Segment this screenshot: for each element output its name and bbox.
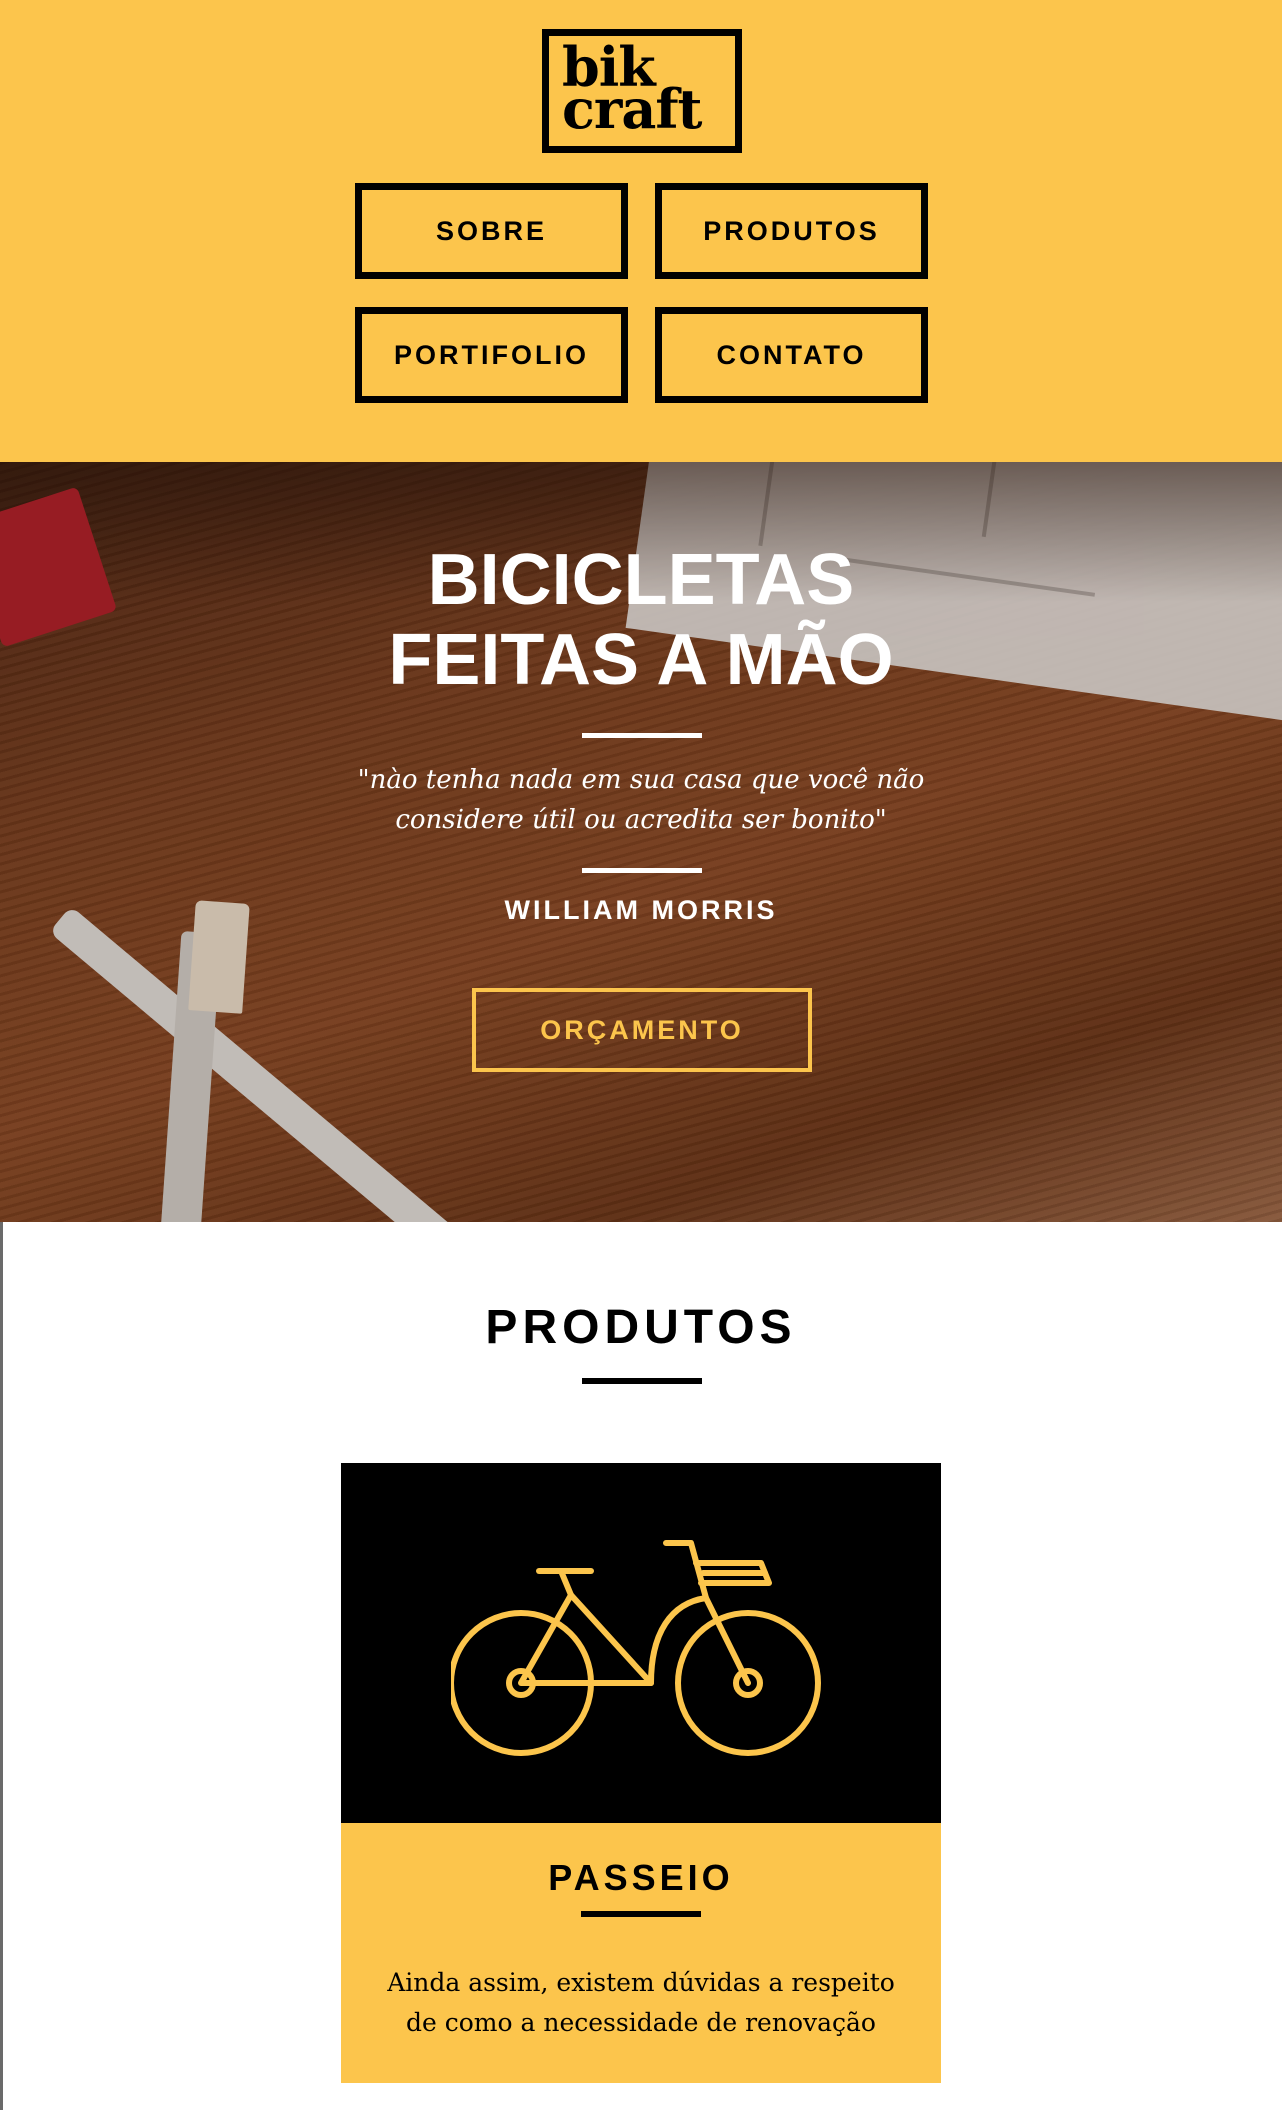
orcamento-button[interactable]: ORÇAMENTO <box>472 988 812 1072</box>
logo-text-line2: craft <box>562 77 702 141</box>
hero-quote: "nào tenha nada em sua casa que você não… <box>341 760 941 840</box>
quote-author: WILLIAM MORRIS <box>504 895 778 925</box>
product-card-title: PASSEIO <box>548 1857 734 1898</box>
hero-quote-line1: "nào tenha nada em sua casa que você não <box>357 765 925 795</box>
bicycle-icon <box>451 1540 821 1756</box>
hero-quote-line2: considere útil ou acredita ser bonito" <box>395 805 887 835</box>
nav-contato-button[interactable]: CONTATO <box>655 307 928 403</box>
product-card-passeio[interactable]: PASSEIO Ainda assim, existem dúvidas a r… <box>341 1463 941 2083</box>
hero-divider-top <box>582 733 702 738</box>
description-line1: Ainda assim, existem dúvidas a respeito <box>387 1968 895 1997</box>
nav-sobre-button[interactable]: SOBRE <box>355 183 628 279</box>
product-card-description: Ainda assim, existem dúvidas a respeito … <box>381 1963 901 2043</box>
nav-produtos-button[interactable]: PRODUTOS <box>655 183 928 279</box>
hero-title-line1: BICICLETAS <box>427 540 855 620</box>
nav-portfolio-button[interactable]: PORTIFOLIO <box>355 307 628 403</box>
hero-title: BICICLETAS FEITAS A MÃO <box>0 540 1282 700</box>
hero-title-line2: FEITAS A MÃO <box>388 620 894 700</box>
products-heading: PRODUTOS <box>485 1301 797 1354</box>
site-header: bik craft SOBRE PRODUTOS PORTIFOLIO CONT… <box>0 0 1282 462</box>
products-heading-rule <box>582 1378 702 1384</box>
description-line2: de como a necessidade de renovação <box>406 2008 876 2037</box>
product-card-body: PASSEIO Ainda assim, existem dúvidas a r… <box>341 1823 941 2083</box>
hero-divider-bottom <box>582 868 702 873</box>
bikcraft-logo[interactable]: bik craft <box>542 29 742 153</box>
product-card-image <box>341 1463 941 1823</box>
product-card-rule <box>581 1911 701 1917</box>
